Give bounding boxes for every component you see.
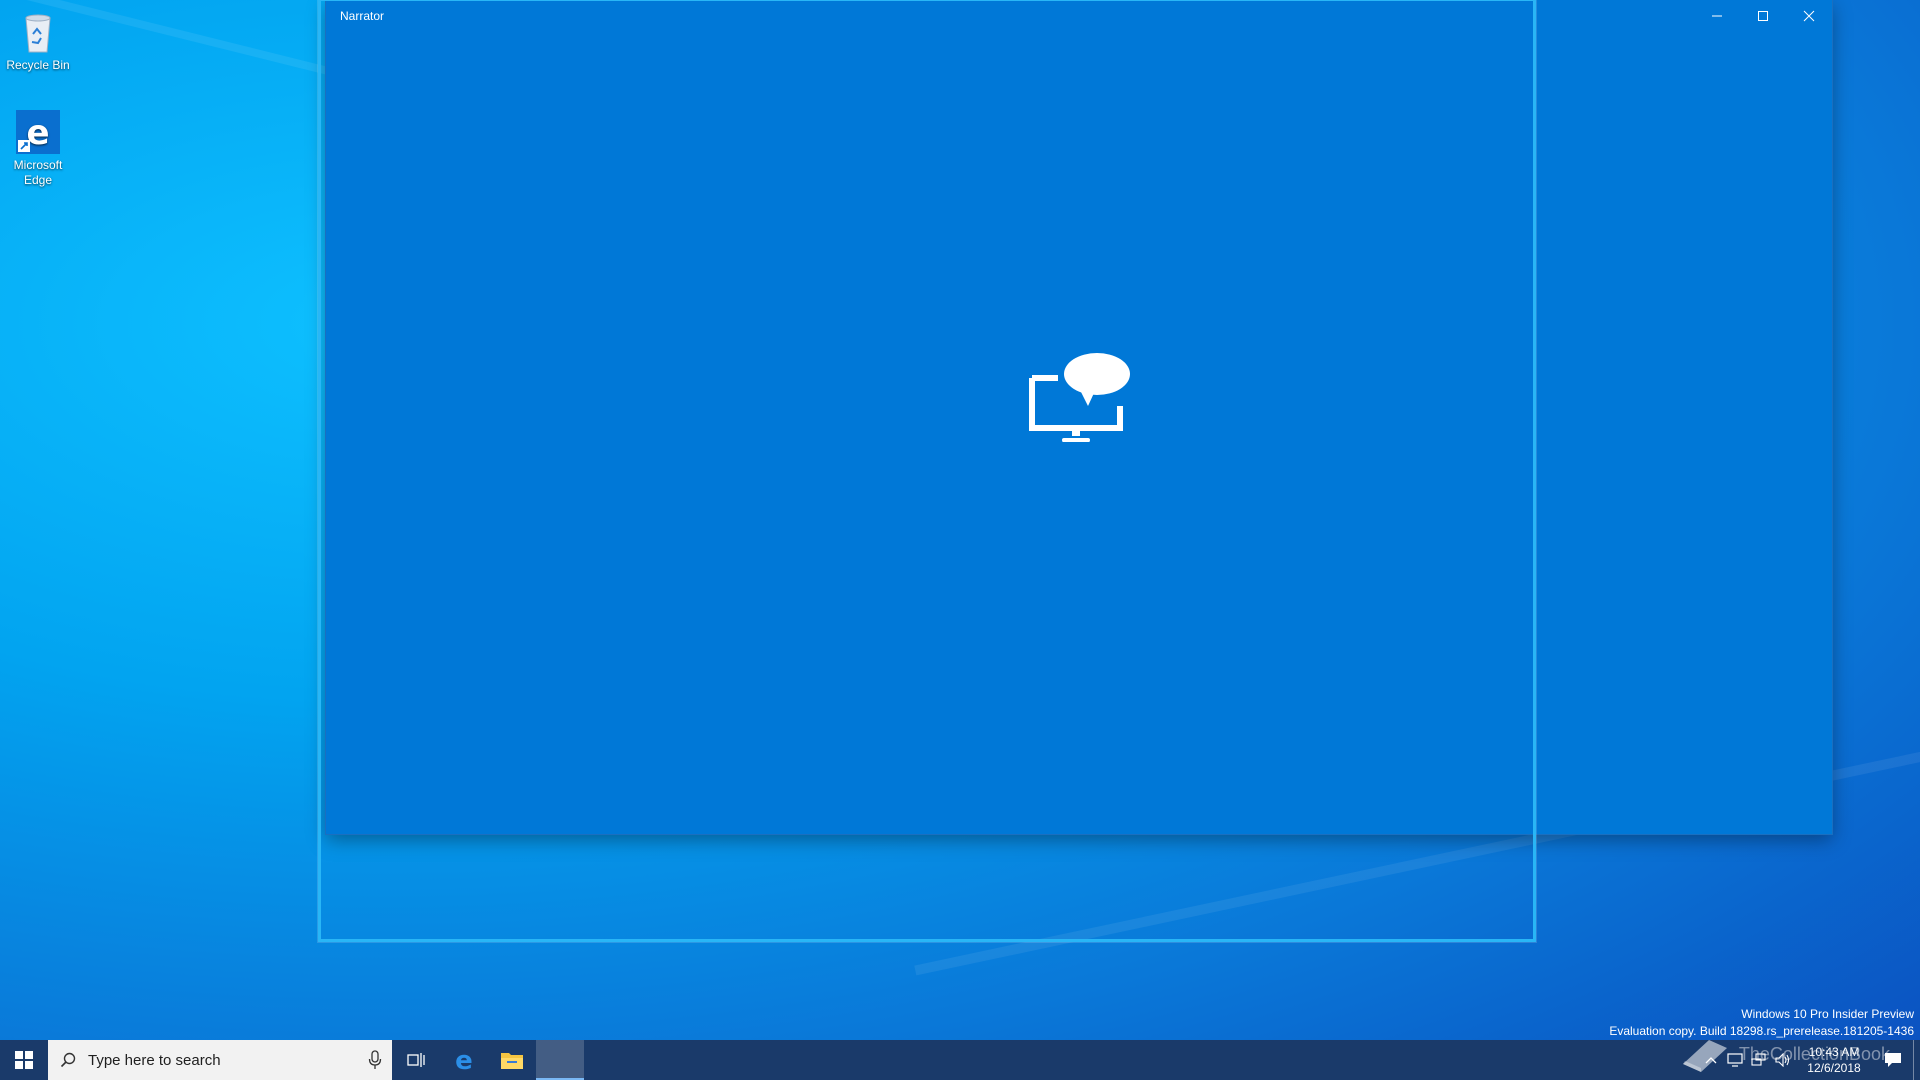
watermark-edition: Windows 10 Pro Insider Preview <box>1741 1007 1914 1021</box>
taskbar-edge-button[interactable]: e <box>440 1040 488 1080</box>
minimize-icon <box>1712 15 1722 17</box>
taskbar-narrator-button[interactable] <box>536 1040 584 1080</box>
search-placeholder: Type here to search <box>88 1051 221 1069</box>
narrator-app-icon <box>549 1051 571 1069</box>
monitor-icon <box>1727 1053 1743 1067</box>
desktop-icon-label: Microsoft Edge <box>13 158 63 187</box>
clock-date: 12/6/2018 <box>1807 1061 1861 1075</box>
task-view-button[interactable] <box>392 1040 440 1080</box>
tray-action-icon-button[interactable] <box>1723 1040 1747 1080</box>
desktop-icon-label: Recycle Bin <box>6 58 70 72</box>
maximize-button[interactable] <box>1740 0 1786 32</box>
build-watermark: Windows 10 Pro Insider Preview Evaluatio… <box>1609 1006 1914 1040</box>
maximize-icon <box>1758 11 1768 21</box>
close-icon <box>1803 10 1815 22</box>
narrator-speech-monitor-icon <box>1028 350 1132 446</box>
system-tray: 10:43 AM 12/6/2018 1 <box>1699 1040 1920 1080</box>
clock-time: 10:43 AM <box>1808 1045 1860 1059</box>
volume-button[interactable] <box>1771 1040 1795 1080</box>
network-icon <box>1751 1053 1766 1066</box>
volume-icon <box>1775 1053 1790 1067</box>
search-icon <box>60 1052 76 1068</box>
action-center-button[interactable]: 1 <box>1873 1040 1913 1080</box>
window-title: Narrator <box>340 9 385 23</box>
taskbar-search-box[interactable]: Type here to search <box>48 1040 392 1080</box>
taskbar-file-explorer-button[interactable] <box>488 1040 536 1080</box>
watermark-build: Evaluation copy. Build 18298.rs_prerelea… <box>1609 1024 1914 1038</box>
desktop: Recycle Bin e Microsoft Edge Narrator Wi… <box>0 0 1920 1080</box>
microphone-icon[interactable] <box>368 1050 382 1070</box>
chevron-up-icon <box>1705 1057 1717 1064</box>
start-icon <box>15 1051 33 1069</box>
recycle-bin-icon <box>14 8 62 56</box>
taskbar-clock[interactable]: 10:43 AM 12/6/2018 <box>1795 1044 1873 1076</box>
desktop-icon-microsoft-edge[interactable]: e Microsoft Edge <box>0 108 76 188</box>
show-hidden-icons-button[interactable] <box>1699 1040 1723 1080</box>
window-titlebar[interactable]: Narrator <box>326 0 1832 32</box>
task-view-icon <box>407 1053 425 1067</box>
taskbar: Type here to search e 10:43 AM 12/6/2018… <box>0 1040 1920 1080</box>
show-desktop-button[interactable] <box>1913 1040 1920 1080</box>
narrator-window[interactable]: Narrator <box>326 0 1832 834</box>
edge-icon: e <box>455 1047 473 1073</box>
svg-text:e: e <box>455 1047 473 1073</box>
network-button[interactable] <box>1747 1040 1771 1080</box>
notification-count: 1 <box>1900 1059 1906 1069</box>
notification-icon <box>1885 1053 1901 1067</box>
close-button[interactable] <box>1786 0 1832 32</box>
minimize-button[interactable] <box>1694 0 1740 32</box>
file-explorer-icon <box>501 1053 523 1069</box>
edge-icon: e <box>14 108 62 156</box>
start-button[interactable] <box>0 1040 48 1080</box>
desktop-icon-recycle-bin[interactable]: Recycle Bin <box>0 8 76 73</box>
